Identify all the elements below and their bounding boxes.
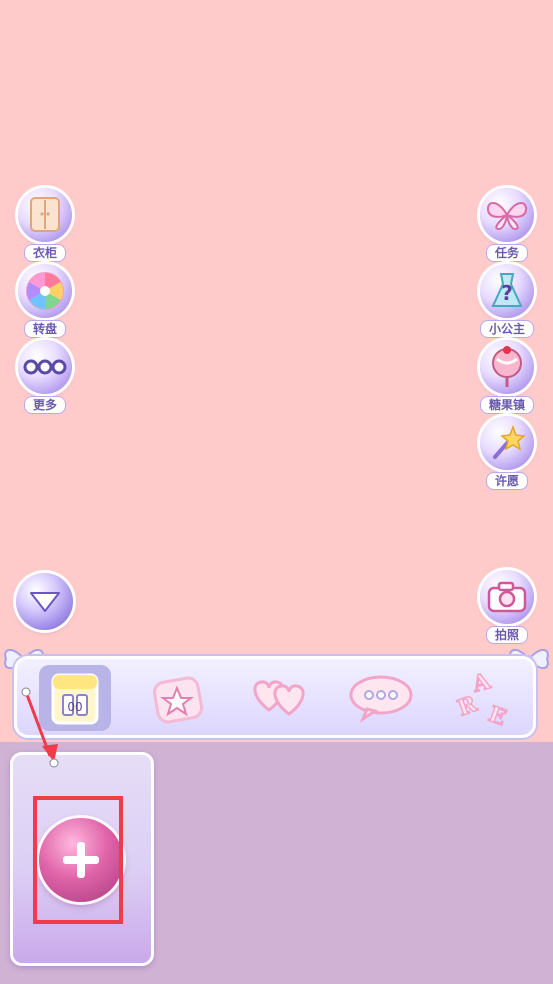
svg-text:00: 00: [67, 700, 82, 714]
category-toolbar: 00 A R E: [14, 656, 536, 738]
camera-icon: [487, 581, 527, 613]
candy-icon: [492, 346, 522, 387]
wardrobe-orb: [18, 188, 72, 242]
wheel-icon: [26, 272, 64, 310]
candy-orb: [480, 340, 534, 394]
wand-icon: [493, 424, 526, 459]
speech-bubble-icon: [349, 675, 413, 723]
wheel-orb: [18, 264, 72, 318]
tool-star-box[interactable]: [141, 665, 213, 731]
wheel-button[interactable]: 转盘: [15, 264, 75, 338]
task-orb: [480, 188, 534, 242]
wish-label: 许愿: [485, 472, 528, 490]
princess-orb: ?: [480, 264, 534, 318]
wardrobe-icon: [30, 197, 60, 232]
more-label: 更多: [23, 396, 66, 414]
princess-button[interactable]: ? 小公主: [477, 264, 537, 338]
wish-orb: [480, 416, 534, 470]
camera-button[interactable]: 拍照: [477, 570, 537, 644]
highlight-box: [33, 796, 123, 924]
task-label: 任务: [485, 244, 528, 262]
pointer-arrow-annotation: [21, 687, 59, 768]
abc-letters-icon: A R E: [453, 668, 510, 728]
more-orb: [18, 340, 72, 394]
star-box-icon: [152, 676, 204, 724]
princess-dress-icon: ?: [491, 273, 523, 307]
wheel-label: 转盘: [23, 320, 66, 338]
svg-text:E: E: [485, 701, 510, 728]
candy-town-button[interactable]: 糖果镇: [477, 340, 537, 414]
candy-town-label: 糖果镇: [479, 396, 534, 414]
more-button[interactable]: 更多: [15, 340, 75, 414]
svg-text:A: A: [469, 668, 494, 698]
butterfly-icon: [486, 202, 528, 231]
tool-chat-bubble[interactable]: [345, 665, 417, 731]
balloon-hearts-icon: [253, 680, 305, 716]
more-dots-icon: [23, 359, 67, 375]
wardrobe-label: 衣柜: [23, 244, 66, 262]
collapse-down-button[interactable]: [16, 573, 73, 630]
princess-label: 小公主: [479, 320, 534, 338]
game-scene: [0, 0, 553, 742]
tool-balloon-hearts[interactable]: [243, 665, 315, 731]
task-button[interactable]: 任务: [477, 188, 537, 262]
wish-button[interactable]: 许愿: [477, 416, 537, 490]
tool-letters[interactable]: A R E: [447, 665, 519, 731]
camera-orb: [480, 570, 534, 624]
wardrobe-button[interactable]: 衣柜: [15, 188, 75, 262]
arrow-down-icon: [29, 591, 60, 612]
svg-text:?: ?: [501, 281, 513, 305]
camera-label: 拍照: [485, 626, 528, 644]
